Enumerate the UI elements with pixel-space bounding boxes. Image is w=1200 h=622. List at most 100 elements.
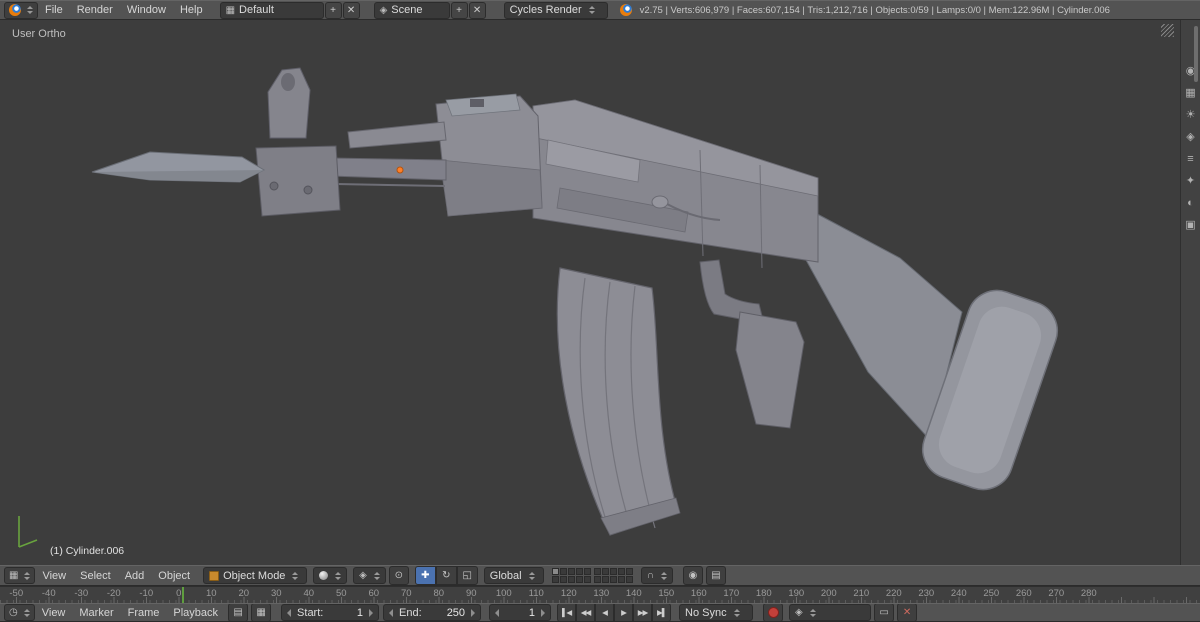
delete-scene-button[interactable]: ✕ — [468, 1, 486, 19]
menu-item[interactable]: Select — [73, 570, 118, 582]
screen-layout-selector[interactable]: ▦ Default — [219, 1, 324, 19]
keying-set-selector[interactable]: ◈ — [789, 604, 872, 621]
region-corner-grip[interactable] — [1161, 24, 1174, 37]
menu-item[interactable]: Window — [120, 4, 173, 16]
increment-arrow[interactable] — [541, 608, 546, 617]
layer-toggle[interactable] — [617, 568, 625, 575]
frame-lock-button[interactable]: ▦ — [251, 604, 272, 621]
layer-grid-left — [551, 568, 591, 583]
layer-toggle[interactable] — [601, 576, 609, 583]
layer-toggle[interactable] — [593, 576, 601, 583]
ruler-tick: 10 — [205, 588, 217, 599]
properties-tab-icon[interactable]: ◈ — [1186, 132, 1194, 143]
end-frame-field[interactable]: End: 250 — [383, 604, 482, 621]
menu-item[interactable]: View — [35, 570, 73, 582]
layer-toggle[interactable] — [583, 568, 591, 575]
layer-toggle[interactable] — [567, 568, 575, 575]
ruler-tick: 150 — [658, 588, 675, 599]
layer-toggle[interactable] — [559, 568, 567, 575]
layer-toggle[interactable] — [625, 568, 633, 575]
render-engine-selector[interactable]: Cycles Render — [503, 1, 608, 19]
decrement-arrow[interactable] — [389, 608, 394, 617]
increment-arrow[interactable] — [471, 608, 476, 617]
layer-toggle[interactable] — [575, 576, 583, 583]
layer-toggle[interactable] — [583, 576, 591, 583]
playback-button[interactable]: ▶ — [614, 604, 634, 621]
handguard-lower — [439, 159, 543, 217]
properties-scrollbar[interactable] — [1194, 26, 1198, 82]
viewport-shading-selector[interactable] — [313, 567, 348, 584]
menu-item[interactable]: View — [35, 607, 73, 619]
info-header: File Render Window Help ▦ Default + ✕ ◈ Sce… — [0, 0, 1200, 20]
manipulator-button[interactable]: ✚ — [414, 566, 436, 585]
gun-model-3d[interactable] — [0, 20, 1180, 565]
snap-selector[interactable]: ∩ — [640, 567, 673, 584]
properties-tab-icon[interactable]: ☀ — [1186, 110, 1196, 121]
insert-keyframe-button[interactable]: ▭ — [874, 604, 895, 621]
menu-item[interactable]: Playback — [166, 607, 225, 619]
layer-toggle[interactable] — [625, 576, 633, 583]
start-frame-label: Start: — [297, 606, 324, 619]
properties-tab-icon[interactable]: ▣ — [1185, 220, 1195, 231]
opengl-render-button[interactable]: ◉ — [682, 566, 703, 585]
menu-item[interactable]: Frame — [121, 607, 167, 619]
blender-app-menu[interactable] — [4, 1, 38, 19]
decrement-arrow[interactable] — [287, 608, 292, 617]
ruler-tick: 170 — [723, 588, 740, 599]
layer-toggle[interactable] — [567, 576, 575, 583]
decrement-arrow[interactable] — [495, 608, 500, 617]
rear-sight-notch — [470, 99, 484, 107]
layer-toggle[interactable] — [559, 576, 567, 583]
properties-panel-strip[interactable]: ◉ ▦ ☀ ◈ ≡ ✦ ◐ ▣ — [1180, 20, 1200, 565]
delete-layout-button[interactable]: ✕ — [342, 1, 360, 19]
layer-toggle[interactable] — [593, 568, 601, 575]
properties-tab-icon[interactable]: ✦ — [1186, 176, 1195, 187]
playback-button[interactable]: ◀ — [595, 604, 615, 621]
menu-item[interactable]: File — [38, 4, 70, 16]
current-frame-field[interactable]: 1 — [489, 604, 552, 621]
timeline-editor-selector[interactable]: ◷ — [4, 604, 35, 621]
pivot-center-toggle-button[interactable]: ⊙ — [388, 566, 409, 585]
layer-toggle[interactable] — [551, 568, 559, 575]
opengl-render-anim-button[interactable]: ▤ — [705, 566, 726, 585]
3d-viewport[interactable]: User Ortho (1) Cylinder.006 — [0, 20, 1180, 565]
playback-button[interactable]: ◀◀ — [576, 604, 596, 621]
layer-toggle[interactable] — [551, 576, 559, 583]
transform-orientation-selector[interactable]: Global — [483, 567, 544, 584]
render-engine-value: Cycles Render — [509, 4, 582, 16]
view3d-menubar: View Select Add Object — [35, 566, 197, 585]
playback-button[interactable]: ▶▌ — [652, 604, 672, 621]
add-scene-button[interactable]: + — [450, 1, 468, 19]
properties-tab-icon[interactable]: ◐ — [1187, 198, 1194, 209]
scene-selector[interactable]: ◈ Scene — [373, 1, 450, 19]
menu-item[interactable]: Help — [173, 4, 210, 16]
mode-selector[interactable]: Object Mode — [203, 567, 308, 584]
delete-keyframe-button[interactable]: ✕ — [897, 604, 918, 621]
properties-tab-icon[interactable]: ▦ — [1185, 88, 1195, 99]
layer-toggle[interactable] — [601, 568, 609, 575]
playback-button[interactable]: ▶▶ — [633, 604, 653, 621]
manipulator-button[interactable]: ↻ — [435, 566, 457, 585]
record-button[interactable] — [763, 604, 784, 621]
ruler-tick: 0 — [176, 588, 182, 599]
menu-item[interactable]: Object — [151, 570, 197, 582]
layer-toggle[interactable] — [609, 568, 617, 575]
ruler-tick: -30 — [74, 588, 89, 599]
menu-item[interactable]: Render — [70, 4, 120, 16]
start-frame-field[interactable]: Start: 1 — [281, 604, 380, 621]
increment-arrow[interactable] — [369, 608, 374, 617]
editor-type-selector[interactable]: ▦ — [4, 567, 36, 584]
properties-tab-icon[interactable]: ≡ — [1187, 154, 1193, 165]
menu-item[interactable]: Add — [118, 570, 152, 582]
sync-mode-selector[interactable]: No Sync — [679, 604, 754, 621]
manipulator-button[interactable]: ◱ — [456, 566, 478, 585]
playback-button[interactable]: ▌◀ — [557, 604, 577, 621]
pivot-point-selector[interactable]: ◈ — [353, 567, 386, 584]
preview-range-button[interactable]: ▤ — [228, 604, 249, 621]
layer-toggle[interactable] — [617, 576, 625, 583]
layer-toggle[interactable] — [575, 568, 583, 575]
current-frame-indicator[interactable] — [182, 587, 184, 604]
add-layout-button[interactable]: + — [324, 1, 342, 19]
menu-item[interactable]: Marker — [72, 607, 120, 619]
layer-toggle[interactable] — [609, 576, 617, 583]
